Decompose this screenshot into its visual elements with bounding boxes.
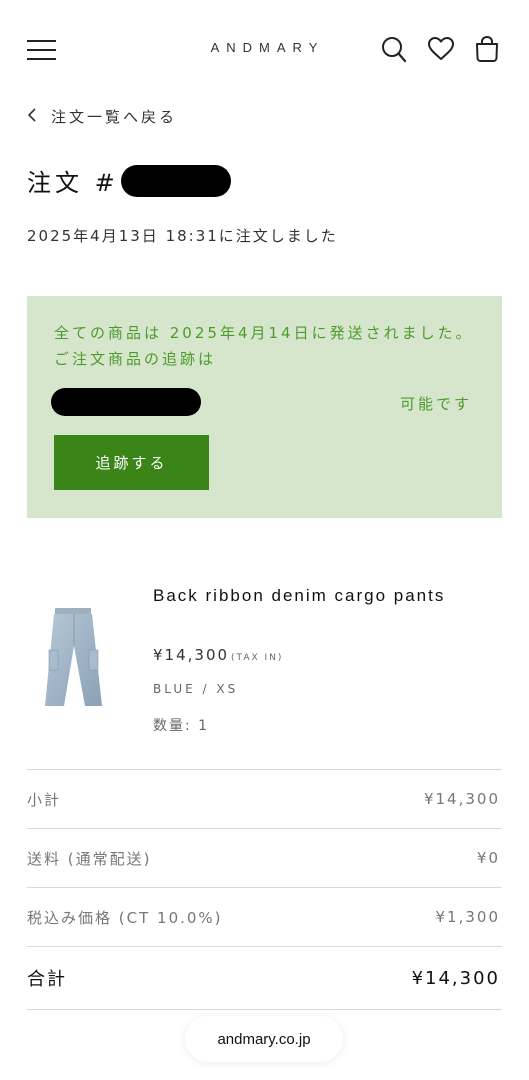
back-link-label: 注文一覧へ戻る <box>51 108 178 126</box>
summary-row-total: 合計 ¥14,300 <box>27 946 502 1010</box>
summary-value: ¥0 <box>476 849 500 867</box>
total-label: 合計 <box>27 969 67 990</box>
browser-url-bar[interactable]: andmary.co.jp <box>185 1016 343 1062</box>
tax-in-label: (TAX IN) <box>231 653 284 663</box>
heart-icon[interactable] <box>427 36 455 66</box>
order-summary: 小計 ¥14,300 送料 (通常配送) ¥0 税込み価格 (CT 10.0%)… <box>27 769 502 1010</box>
summary-row-tax: 税込み価格 (CT 10.0%) ¥1,300 <box>27 887 502 946</box>
back-to-orders-link[interactable]: 注文一覧へ戻る <box>27 106 177 127</box>
order-date: 2025年4月13日 18:31に注文しました <box>27 227 338 245</box>
bag-icon[interactable] <box>474 35 500 67</box>
product-quantity: 数量: 1 <box>153 718 210 734</box>
shipping-status-box: 全ての商品は 2025年4月14日に発送されました。 ご注文商品の追跡は 可能で… <box>27 296 502 518</box>
redacted-tracking-number <box>51 388 201 416</box>
summary-label: 小計 <box>27 790 62 809</box>
summary-value: ¥1,300 <box>435 908 500 926</box>
product-price: ¥14,300 <box>153 646 230 664</box>
order-item: Back ribbon denim cargo pants ¥14,300 (TA… <box>27 570 502 750</box>
total-value: ¥14,300 <box>411 967 500 989</box>
summary-label: 税込み価格 (CT 10.0%) <box>27 908 223 927</box>
track-button[interactable]: 追跡する <box>54 435 209 490</box>
product-price-line: ¥14,300 (TAX IN) <box>153 646 283 664</box>
search-icon[interactable] <box>381 36 407 68</box>
summary-label: 送料 (通常配送) <box>27 849 152 868</box>
order-title-prefix: 注文 # <box>27 169 119 197</box>
summary-row-shipping: 送料 (通常配送) ¥0 <box>27 828 502 887</box>
order-title: 注文 # <box>27 163 231 198</box>
product-variant: BLUE / XS <box>153 682 239 696</box>
product-name[interactable]: Back ribbon denim cargo pants <box>153 582 473 609</box>
summary-value: ¥14,300 <box>423 790 500 808</box>
chevron-left-icon <box>27 107 37 126</box>
summary-row-subtotal: 小計 ¥14,300 <box>27 769 502 828</box>
tracking-availability: 可能です <box>399 395 472 413</box>
redacted-order-number <box>120 164 231 197</box>
shipping-message: 全ての商品は 2025年4月14日に発送されました。 ご注文商品の追跡は <box>54 324 474 368</box>
product-thumbnail[interactable] <box>41 606 107 714</box>
site-header: ANDMARY <box>0 0 529 100</box>
